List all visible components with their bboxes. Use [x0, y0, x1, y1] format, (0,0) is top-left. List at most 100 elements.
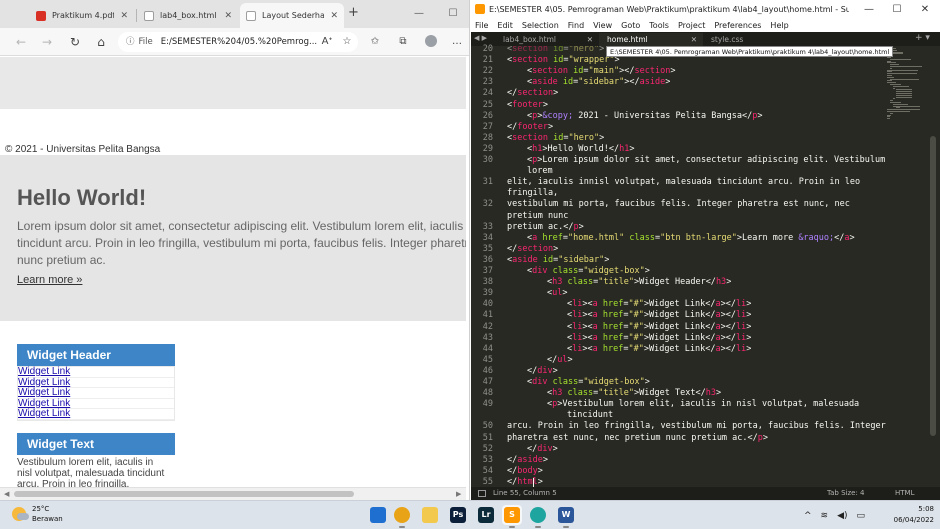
menu-item-edit[interactable]: Edit: [497, 19, 513, 32]
widget-link[interactable]: Widget Link: [18, 398, 70, 409]
widget-text-line: Vestibulum lorem elit, iaculis in: [17, 457, 154, 468]
chrome-icon[interactable]: [392, 505, 412, 528]
list-item: Widget Link: [18, 408, 174, 420]
line-number: 24: [482, 88, 493, 99]
chrome-glyph: [394, 507, 410, 523]
battery-icon[interactable]: ▭: [857, 511, 866, 521]
chevron-up-icon[interactable]: ^: [804, 511, 812, 521]
close-icon[interactable]: ✕: [691, 33, 697, 46]
line-number: 37: [482, 266, 493, 276]
code-line: <li><a href="#">Widget Link</a></li>: [567, 332, 752, 343]
hero-line: tincidunt arcu. Proin in leo fringilla, …: [17, 236, 466, 250]
photoshop-icon[interactable]: Ps: [448, 505, 468, 525]
tab-size-selector[interactable]: Tab Size: 4: [827, 487, 864, 500]
line-number: 28: [482, 132, 493, 143]
line-number: 26: [482, 110, 493, 121]
info-icon[interactable]: ⓘ: [126, 32, 135, 52]
sublime-tab-style-css[interactable]: style.css: [703, 33, 807, 46]
scrollbar-thumb[interactable]: [14, 491, 354, 497]
more-menu-icon[interactable]: …: [446, 28, 468, 56]
forward-arrow-icon[interactable]: →: [36, 28, 58, 56]
widget-link[interactable]: Widget Link: [18, 366, 70, 377]
widget-link[interactable]: Widget Link: [18, 408, 70, 419]
favorites-icon[interactable]: ✩: [364, 28, 386, 56]
close-icon[interactable]: ✕: [587, 33, 593, 46]
learn-more-link[interactable]: Learn more »: [17, 274, 82, 286]
scroll-right-icon[interactable]: ▶: [456, 488, 461, 500]
code-line: </aside>: [507, 454, 548, 465]
code-line: <p>Lorem ipsum dolor sit amet, consectet…: [527, 155, 886, 165]
browser-tab-pdf[interactable]: Praktikum 4.pdf ✕: [30, 3, 134, 28]
code-editor[interactable]: <section id="hero"> <section id="wrapper"…: [507, 46, 887, 487]
menu-item-help[interactable]: Help: [770, 19, 788, 32]
code-line: <section id="main"></section>: [527, 66, 676, 77]
horizontal-scrollbar[interactable]: ◀ ▶: [0, 487, 466, 500]
sublime-text-icon[interactable]: S: [502, 505, 522, 528]
menu-item-project[interactable]: Project: [678, 19, 705, 32]
maximize-icon[interactable]: ☐: [883, 0, 911, 19]
new-tab-icon[interactable]: + ▾: [915, 32, 930, 45]
code-line: <div class="widget-box">: [527, 377, 650, 387]
code-line: </div>: [527, 365, 558, 376]
widget-link[interactable]: Widget Link: [18, 377, 70, 388]
close-icon[interactable]: ✕: [120, 11, 128, 21]
menu-item-view[interactable]: View: [593, 19, 612, 32]
close-icon[interactable]: ✕: [224, 11, 232, 21]
collections-icon[interactable]: ⧉: [392, 28, 414, 56]
code-line: <h3 class="title">Widget Header</h3>: [547, 277, 732, 288]
taskbar-clock[interactable]: 5:08 06/04/2022: [876, 504, 934, 526]
sublime-tab-home[interactable]: home.html ✕: [599, 33, 703, 46]
maximize-icon[interactable]: ☐: [436, 0, 469, 28]
sublime-text-window: E:\SEMESTER 4\05. Pemrograman Web\Prakti…: [471, 0, 940, 500]
menu-item-find[interactable]: Find: [568, 19, 584, 32]
panel-toggle-icon[interactable]: [478, 490, 486, 497]
sublime-tab-bar: ◀ ▶ lab4_box.html ✕ home.html ✕ style.cs…: [471, 32, 940, 46]
code-line: <li><a href="#">Widget Link</a></li>: [567, 321, 752, 332]
menu-item-tools[interactable]: Tools: [649, 19, 669, 32]
code-line: <li><a href="#">Widget Link</a></li>: [567, 299, 752, 310]
weather-widget[interactable]: 25°C Berawan: [12, 504, 63, 524]
menu-item-preferences[interactable]: Preferences: [714, 19, 761, 32]
minimap[interactable]: [887, 46, 925, 126]
minimize-icon[interactable]: —: [855, 0, 883, 19]
widget-text-line: arcu. Proin in leo fringilla,: [17, 479, 130, 487]
sublime-tab-lab4-box[interactable]: lab4_box.html ✕: [495, 33, 599, 46]
widget-link[interactable]: Widget Link: [18, 387, 70, 398]
volume-icon[interactable]: ◀): [837, 511, 847, 521]
browser-tab-lab4-box[interactable]: lab4_box.html ✕: [138, 3, 238, 28]
new-tab-button[interactable]: +: [348, 5, 359, 20]
scrollbar-thumb[interactable]: [930, 136, 936, 436]
close-icon[interactable]: ✕: [330, 11, 338, 21]
start-icon[interactable]: [368, 505, 388, 525]
scroll-left-icon[interactable]: ◀: [4, 488, 9, 500]
hero-title: Hello World!: [17, 185, 147, 210]
wifi-icon[interactable]: ≋: [821, 511, 829, 521]
vertical-scrollbar[interactable]: [929, 46, 937, 487]
menu-item-goto[interactable]: Goto: [621, 19, 640, 32]
syntax-selector[interactable]: HTML: [895, 487, 914, 500]
browser-tab-layout-sederhana[interactable]: Layout Sederhana ✕: [240, 3, 344, 28]
home-icon[interactable]: ⌂: [90, 28, 112, 56]
line-number: 29: [482, 143, 493, 154]
close-icon[interactable]: ✕: [911, 0, 939, 19]
sublime-app-icon: [475, 4, 485, 14]
line-number: 46: [482, 365, 493, 376]
page-viewport: © 2021 - Universitas Pelita Bangsa Hello…: [0, 57, 466, 487]
read-aloud-icon[interactable]: Aᐩ: [316, 28, 338, 56]
file-explorer-icon[interactable]: [420, 505, 440, 525]
menu-item-selection[interactable]: Selection: [522, 19, 559, 32]
code-line: pretium nunc: [507, 210, 569, 221]
menu-item-file[interactable]: File: [475, 19, 488, 32]
lightroom-icon[interactable]: Lr: [476, 505, 496, 525]
minimize-icon[interactable]: —: [402, 0, 436, 28]
favorite-star-icon[interactable]: ☆: [336, 28, 358, 56]
edge-icon[interactable]: [528, 505, 548, 528]
tab-label: Layout Sederhana: [262, 11, 325, 20]
back-arrow-icon[interactable]: ←: [10, 28, 32, 56]
text-caret: [533, 477, 534, 487]
word-icon[interactable]: W: [556, 505, 576, 528]
sublime-title-bar: E:\SEMESTER 4\05. Pemrograman Web\Prakti…: [471, 0, 940, 19]
profile-avatar-icon[interactable]: [420, 28, 442, 56]
code-line: </footer>: [507, 121, 554, 132]
refresh-icon[interactable]: ↻: [64, 28, 86, 56]
